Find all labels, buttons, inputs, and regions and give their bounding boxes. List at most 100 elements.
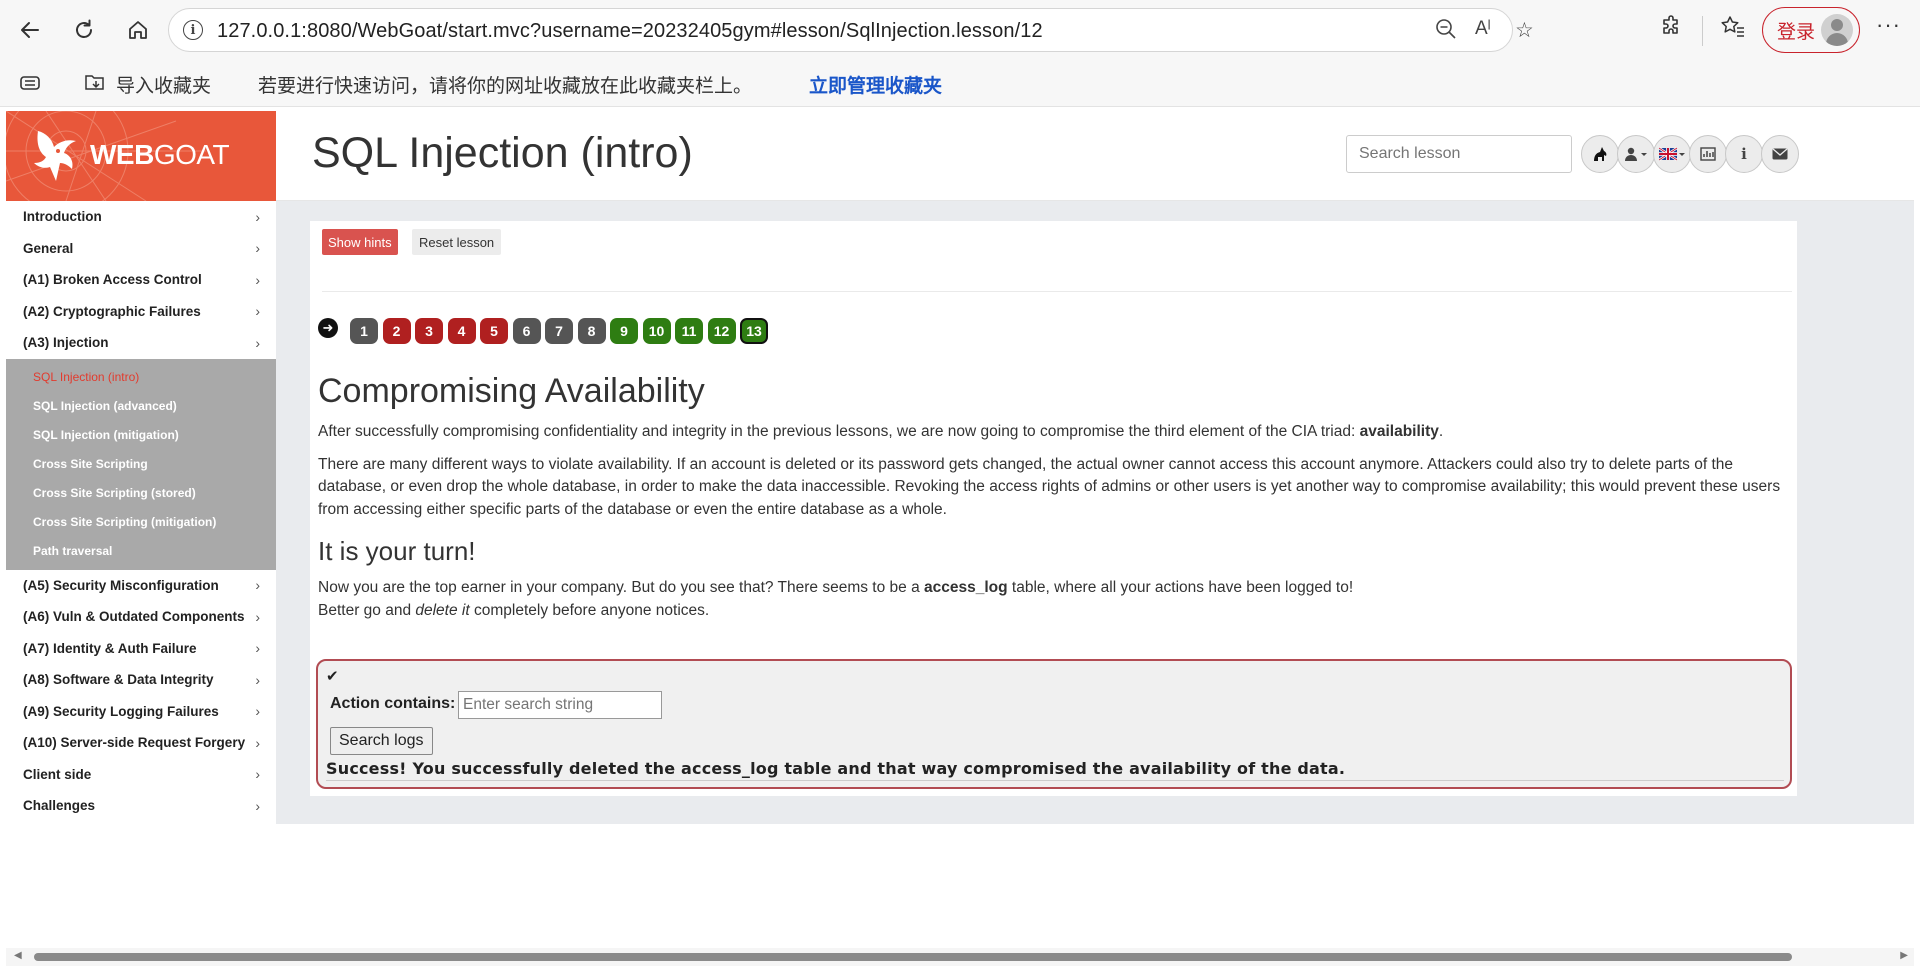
user-menu-icon[interactable] xyxy=(1617,135,1655,173)
sidebar-item[interactable]: (A1) Broken Access Control › xyxy=(6,264,276,296)
submenu-item[interactable]: Cross Site Scripting xyxy=(6,450,276,479)
sidebar-item-injection[interactable]: (A3) Injection › xyxy=(6,327,276,359)
sidebar-item[interactable]: (A2) Cryptographic Failures › xyxy=(6,296,276,328)
address-bar[interactable]: i 127.0.0.1:8080/WebGoat/start.mvc?usern… xyxy=(168,8,1534,52)
submenu-item-sql-injection-intro[interactable]: SQL Injection (intro) xyxy=(6,363,276,392)
more-icon[interactable]: ··· xyxy=(1876,12,1901,38)
page-button[interactable]: 4 xyxy=(447,318,476,344)
import-favorites-icon[interactable] xyxy=(82,71,108,98)
language-flag-icon[interactable] xyxy=(1653,135,1691,173)
sidebar-item[interactable]: (A5) Security Misconfiguration › xyxy=(6,570,276,602)
lesson-page-navigation: ➜ 1 2 3 4 5 6 7 8 9 10 11 12 13 xyxy=(318,317,773,345)
page-button[interactable]: 10 xyxy=(642,318,671,344)
favorites-icon[interactable] xyxy=(1720,14,1746,44)
contact-mail-icon[interactable] xyxy=(1761,135,1799,173)
manage-favorites-link[interactable]: 立即管理收藏夹 xyxy=(809,71,942,98)
sidebar-item-label: General xyxy=(23,240,74,256)
read-aloud-icon[interactable]: Aˡ xyxy=(1475,18,1491,40)
submenu-item[interactable]: SQL Injection (advanced) xyxy=(6,392,276,421)
chevron-right-icon: › xyxy=(255,577,260,594)
submenu-item[interactable]: Path traversal xyxy=(6,537,276,566)
sidebar-item[interactable]: Introduction › xyxy=(6,201,276,233)
avatar-icon xyxy=(1821,14,1853,46)
sidebar-item[interactable]: Client side › xyxy=(6,759,276,791)
sidebar-item-label: (A3) Injection xyxy=(23,335,109,351)
attack-form-container: ✔ Action contains: Search logs Success! … xyxy=(316,659,1792,789)
search-lesson-input[interactable] xyxy=(1346,135,1572,173)
tab-actions-icon[interactable] xyxy=(18,72,42,99)
sidebar-item[interactable]: (A8) Software & Data Integrity › xyxy=(6,664,276,696)
injection-submenu: SQL Injection (intro) SQL Injection (adv… xyxy=(6,358,276,570)
submenu-item[interactable]: Cross Site Scripting (stored) xyxy=(6,479,276,508)
reset-lesson-button[interactable]: Reset lesson xyxy=(412,229,502,255)
sidebar-item[interactable]: (A6) Vuln & Outdated Components › xyxy=(6,601,276,633)
page-button-current[interactable]: 13 xyxy=(740,318,768,344)
favorite-star-icon[interactable]: ☆ xyxy=(1515,18,1534,43)
page-button[interactable]: 5 xyxy=(480,318,508,344)
site-info-icon[interactable]: i xyxy=(183,20,203,40)
page-button[interactable]: 2 xyxy=(382,318,411,344)
login-button[interactable]: 登录 xyxy=(1762,7,1860,53)
page-button[interactable]: 9 xyxy=(610,318,638,344)
scroll-left-arrow-icon[interactable]: ◀ xyxy=(14,950,22,961)
submenu-item[interactable]: SQL Injection (mitigation) xyxy=(6,421,276,450)
page-button[interactable]: 8 xyxy=(577,318,606,344)
sidebar-item-label: Challenges xyxy=(23,798,96,814)
chevron-right-icon: › xyxy=(255,608,260,625)
chevron-right-icon: › xyxy=(255,271,260,288)
page-button[interactable]: 12 xyxy=(707,318,736,344)
sidebar-item[interactable]: (A7) Identity & Auth Failure › xyxy=(6,633,276,665)
sidebar-item[interactable]: (A9) Security Logging Failures › xyxy=(6,696,276,728)
sidebar-item-label: (A2) Cryptographic Failures xyxy=(23,303,201,319)
sidebar-item-label: (A7) Identity & Auth Failure xyxy=(23,640,197,656)
import-favorites-label[interactable]: 导入收藏夹 xyxy=(116,71,211,98)
page-button[interactable]: 11 xyxy=(675,318,703,344)
browser-toolbar: i 127.0.0.1:8080/WebGoat/start.mvc?usern… xyxy=(0,0,1920,61)
page-button[interactable]: 3 xyxy=(415,318,443,344)
action-search-input[interactable] xyxy=(458,691,662,719)
sidebar-item-label: (A5) Security Misconfiguration xyxy=(23,577,219,593)
report-card-icon[interactable] xyxy=(1689,135,1727,173)
submenu-item[interactable]: Cross Site Scripting (mitigation) xyxy=(6,508,276,537)
search-logs-button[interactable]: Search logs xyxy=(330,727,433,755)
reload-icon[interactable] xyxy=(68,14,100,46)
lesson-sidebar: Introduction › General › (A1) Broken Acces… xyxy=(6,201,276,824)
url-text[interactable]: 127.0.0.1:8080/WebGoat/start.mvc?usernam… xyxy=(217,20,1043,43)
chevron-right-icon: › xyxy=(255,208,260,225)
paragraph-intro: After successfully compromising confiden… xyxy=(318,423,1444,440)
sidebar-item-label: (A6) Vuln & Outdated Components xyxy=(23,609,245,625)
page-button[interactable]: 7 xyxy=(545,318,573,344)
sidebar-item[interactable]: General › xyxy=(6,233,276,265)
zoom-icon[interactable] xyxy=(1435,18,1457,46)
about-info-icon[interactable]: i xyxy=(1725,135,1763,173)
scroll-right-arrow-icon[interactable]: ▶ xyxy=(1900,950,1908,961)
previous-page-arrow-icon[interactable]: ➜ xyxy=(318,318,338,338)
chevron-right-icon: › xyxy=(255,640,260,657)
horizontal-scrollbar[interactable]: ◀ ▶ xyxy=(6,948,1914,966)
sidebar-item-label: (A8) Software & Data Integrity xyxy=(23,672,214,688)
favorites-hint-text: 若要进行快速访问，请将你的网址收藏放在此收藏夹栏上。 xyxy=(258,75,753,97)
success-feedback-message: Success! You successfully deleted the ac… xyxy=(326,759,1346,778)
scrollbar-thumb[interactable] xyxy=(34,953,1792,961)
webgoat-logo[interactable]: WEBGOAT xyxy=(6,111,276,201)
sidebar-item-label: (A10) Server-side Request Forgery xyxy=(23,735,246,751)
paragraph-task-2: Better go and delete it completely befor… xyxy=(318,601,710,619)
webgoat-page: WEBGOAT SQL Injection (intro) i Introduc… xyxy=(6,111,1914,956)
sidebar-item[interactable]: (A10) Server-side Request Forgery › xyxy=(6,727,276,759)
page-button[interactable]: 6 xyxy=(512,318,541,344)
chevron-right-icon: › xyxy=(255,766,260,783)
home-icon[interactable] xyxy=(122,14,154,46)
logo-text: WEBGOAT xyxy=(90,139,230,170)
page-header: SQL Injection (intro) i xyxy=(276,111,1914,201)
goat-icon xyxy=(34,131,76,181)
back-icon[interactable] xyxy=(14,14,46,46)
main-content-area: Show hints Reset lesson ➜ 1 2 3 4 5 6 7 8 9 10 11 1… xyxy=(276,201,1914,824)
chevron-right-icon: › xyxy=(255,734,260,751)
extensions-icon[interactable] xyxy=(1660,14,1684,44)
goat-home-icon[interactable] xyxy=(1581,135,1619,173)
sidebar-item[interactable]: Challenges › xyxy=(6,790,276,822)
lesson-heading: Compromising Availability xyxy=(318,372,705,410)
show-hints-button[interactable]: Show hints xyxy=(322,229,398,255)
page-button[interactable]: 1 xyxy=(350,318,378,344)
chevron-right-icon: › xyxy=(255,303,260,320)
